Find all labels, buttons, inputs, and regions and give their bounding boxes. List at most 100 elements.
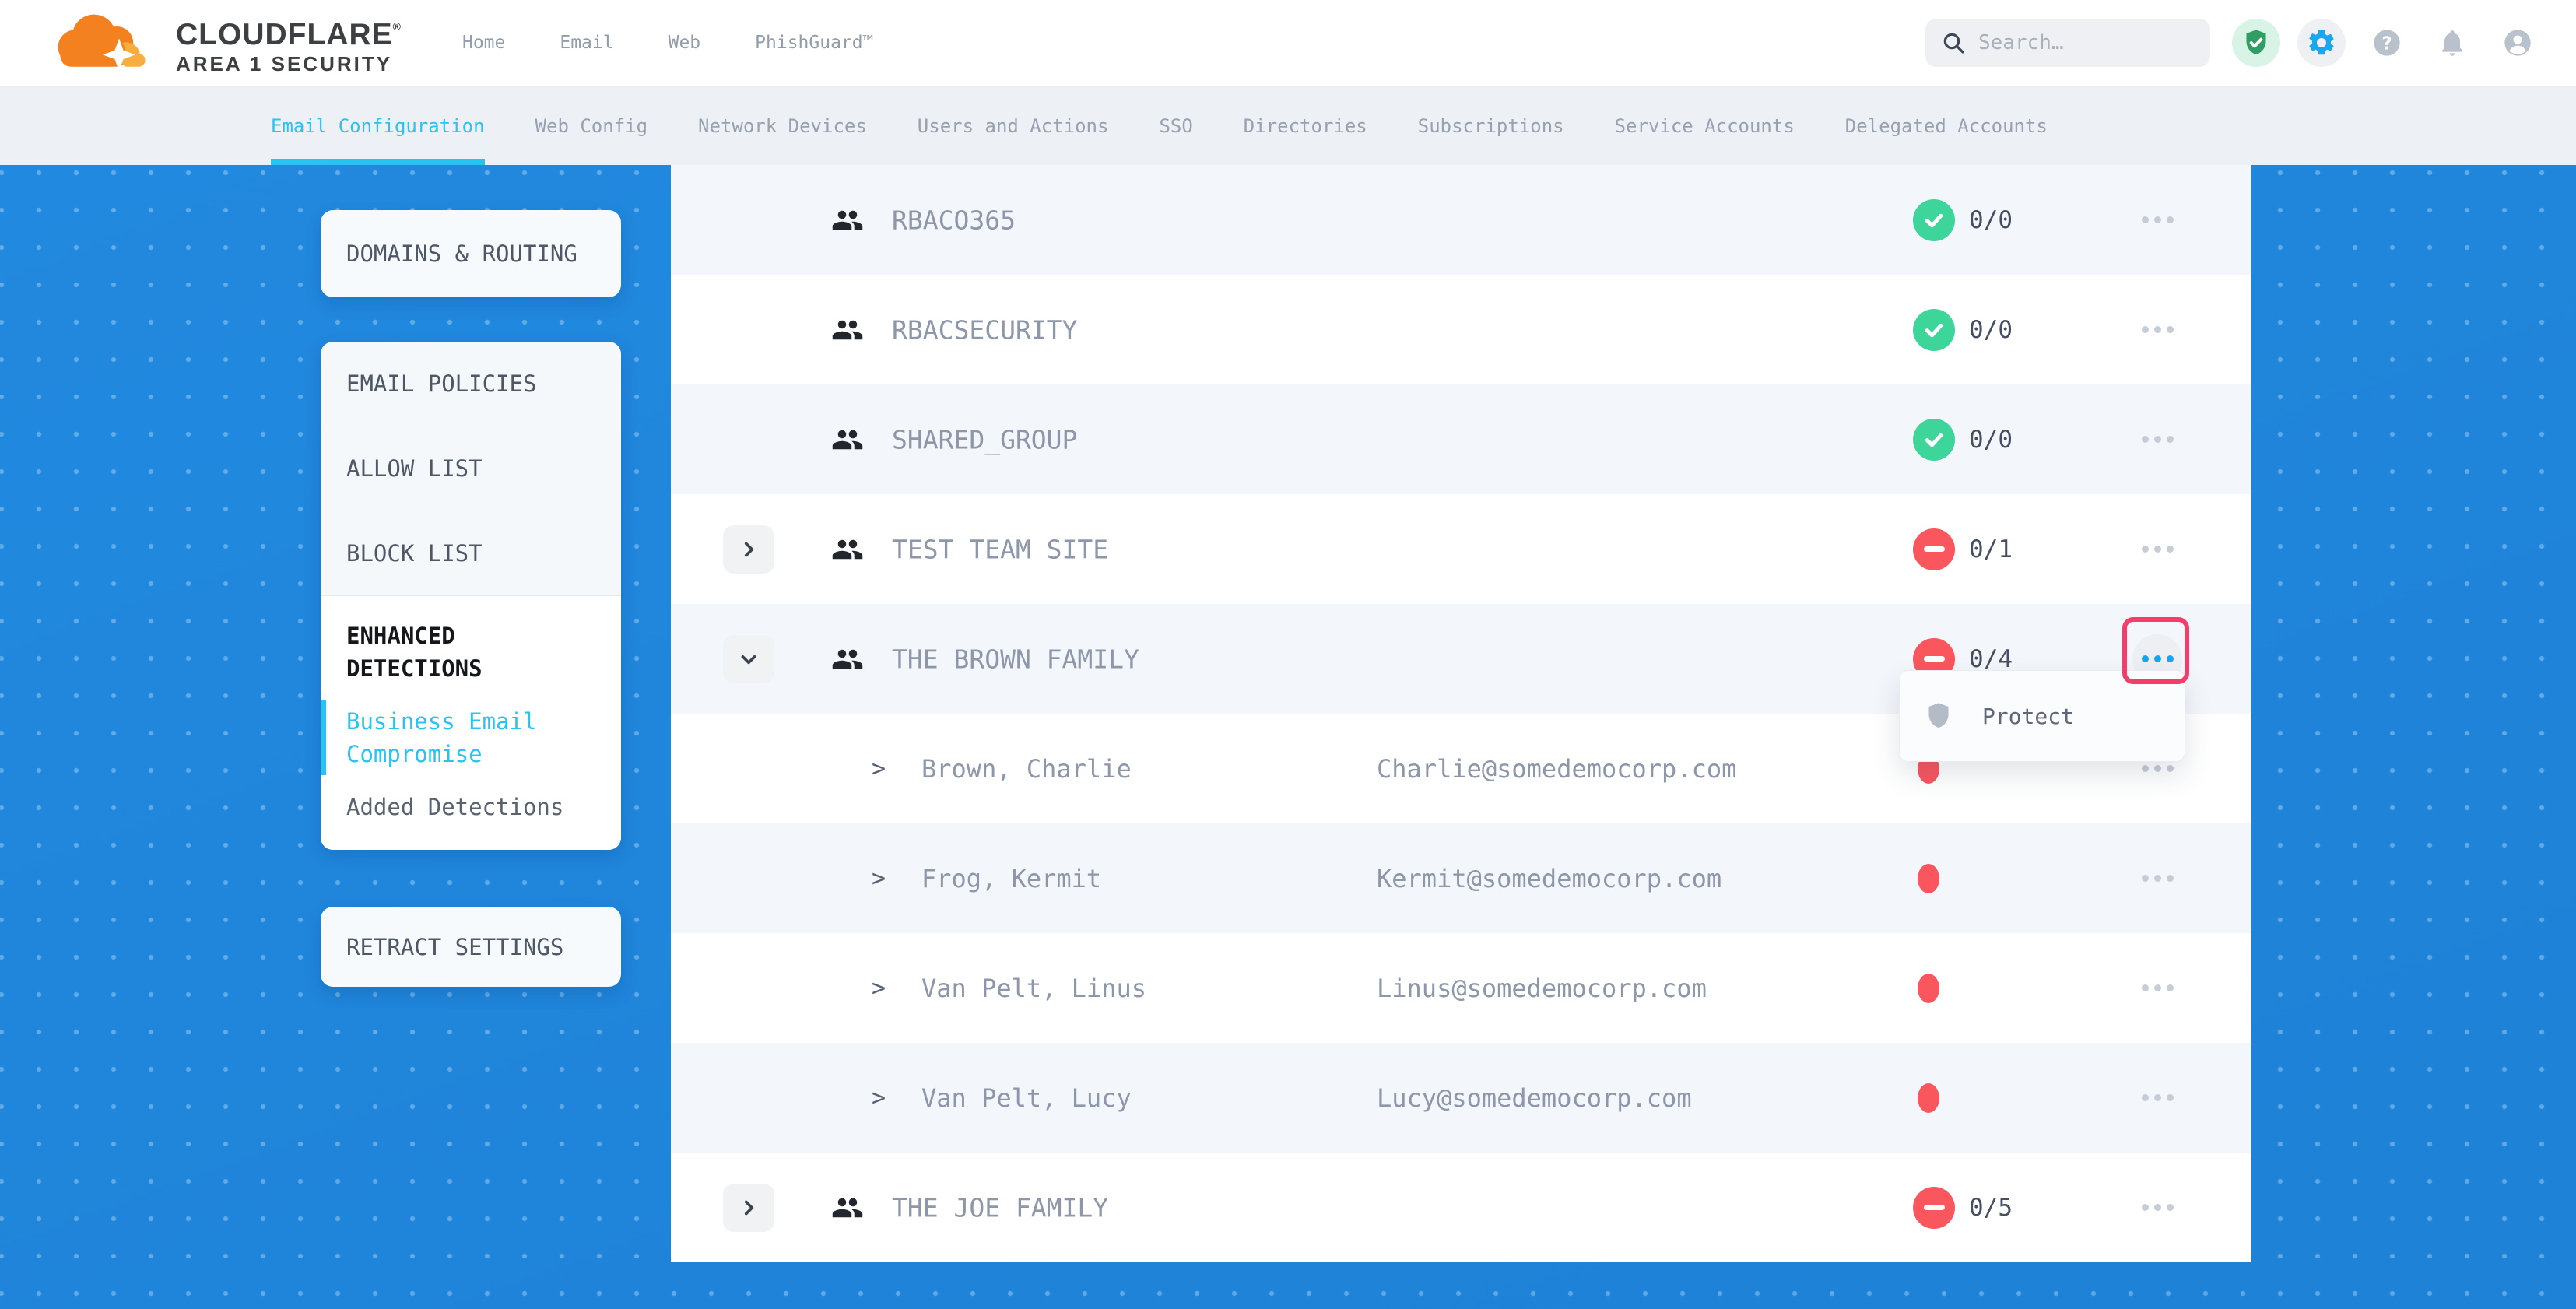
member-email: Linus@somedemocorp.com [1377,974,1707,1003]
enhanced-detections-title: ENHANCED DETECTIONS [346,619,541,685]
row-name: TEST TEAM SITE [892,534,1108,564]
minus-icon [1924,656,1945,662]
row-menu-button[interactable] [2132,854,2182,904]
cloudflare-cloud-icon [40,10,165,75]
member-email: Charlie@somedemocorp.com [1377,754,1736,784]
table-row: > Frog, Kermit Kermit@somedemocorp.com [671,823,2251,933]
status-dot [1918,1083,1939,1113]
tab-email-configuration[interactable]: Email Configuration [271,87,485,165]
protect-label: Protect [1982,704,2074,729]
notifications-icon[interactable] [2428,19,2476,67]
row-name: Van Pelt, Linus [921,974,1146,1003]
group-icon [830,533,865,566]
expand-toggle-button[interactable] [723,635,774,683]
member-expand-arrow[interactable]: > [872,1084,886,1111]
group-icon [830,204,865,237]
row-menu-button[interactable] [2132,195,2182,245]
table-row: SHARED_GROUP 0/0 [671,384,2251,494]
brand-subtitle: AREA 1 SECURITY [176,52,402,75]
table-row: > Van Pelt, Lucy Lucy@somedemocorp.com [671,1043,2251,1153]
nav-email[interactable]: Email [560,33,613,53]
security-status-icon[interactable] [2232,19,2280,67]
row-name: THE BROWN FAMILY [892,644,1139,674]
chevron-icon [739,539,759,560]
nav-phishguard[interactable]: PhishGuard™ [755,33,873,53]
tab-network-devices[interactable]: Network Devices [698,87,867,165]
protected-count: 0/0 [1969,426,2013,454]
group-icon [830,1191,865,1224]
status-dot [1918,864,1939,893]
sidebar-label: RETRACT SETTINGS [346,934,563,960]
row-menu-button[interactable] [2132,963,2182,1013]
tab-subscriptions[interactable]: Subscriptions [1418,87,1564,165]
check-icon [1922,428,1946,451]
sidebar-enhanced-detections-section: ENHANCED DETECTIONS Business Email Compr… [321,596,621,850]
sidebar-email-policies-card: EMAIL POLICIES ALLOW LIST BLOCK LIST ENH… [321,342,621,850]
member-expand-arrow[interactable]: > [872,755,886,782]
row-menu-button[interactable] [2132,305,2182,355]
sidebar-item-added-detections[interactable]: Added Detections [346,791,580,823]
check-icon [1922,318,1946,342]
top-header: CLOUDFLARE® AREA 1 SECURITY Home Email W… [0,0,2576,87]
status-badge [1913,1187,1955,1229]
page-background: DOMAINS & ROUTING EMAIL POLICIES ALLOW L… [0,165,2576,1309]
expand-toggle-button[interactable] [723,1184,774,1232]
chevron-icon [739,1198,759,1218]
status-badge [1913,309,1955,351]
protected-count: 0/4 [1969,645,2013,673]
group-icon [830,423,865,456]
minus-icon [1924,546,1945,552]
primary-nav: Home Email Web PhishGuard™ [462,33,874,53]
tab-users-and-actions[interactable]: Users and Actions [918,87,1109,165]
account-icon[interactable] [2494,19,2542,67]
sidebar-label: DOMAINS & ROUTING [346,240,577,267]
row-name: RBACO365 [892,205,1016,235]
check-icon [1922,209,1946,232]
row-menu-button[interactable] [2132,1073,2182,1123]
table-row: RBACO365 0/0 [671,165,2251,275]
member-email: Kermit@somedemocorp.com [1377,864,1721,893]
sidebar-item-allow-list[interactable]: ALLOW LIST [321,426,621,511]
search-icon [1941,30,1966,55]
row-menu-button[interactable] [2132,1183,2182,1233]
row-name: Frog, Kermit [921,864,1101,893]
group-icon [830,643,865,676]
group-icon [830,314,865,346]
shield-icon [1923,699,1954,733]
status-badge [1913,528,1955,570]
protected-count: 0/1 [1969,535,2013,563]
cloudflare-logo: CLOUDFLARE® AREA 1 SECURITY [40,10,402,75]
member-expand-arrow[interactable]: > [872,974,886,1002]
secondary-nav: Email Configuration Web Config Network D… [0,87,2576,165]
status-badge [1913,419,1955,461]
tab-sso[interactable]: SSO [1159,87,1192,165]
help-icon[interactable]: ? [2363,19,2411,67]
protect-menu-item[interactable]: Protect [1900,671,2185,761]
table-row: TEST TEAM SITE 0/1 [671,494,2251,604]
tab-web-config[interactable]: Web Config [535,87,648,165]
sidebar-item-business-email-compromise[interactable]: Business Email Compromise [346,705,580,770]
sidebar-item-retract-settings[interactable]: RETRACT SETTINGS [321,907,621,987]
protected-count: 0/0 [1969,206,2013,234]
search-box[interactable] [1925,19,2210,67]
tab-service-accounts[interactable]: Service Accounts [1615,87,1795,165]
tab-directories[interactable]: Directories [1244,87,1367,165]
app-root: CLOUDFLARE® AREA 1 SECURITY Home Email W… [0,0,2576,1309]
sidebar-item-domains-routing[interactable]: DOMAINS & ROUTING [321,210,621,297]
table-row: THE JOE FAMILY 0/5 [671,1153,2251,1262]
expand-toggle-button[interactable] [723,525,774,574]
row-name: Brown, Charlie [921,754,1132,784]
row-name: Van Pelt, Lucy [921,1083,1132,1113]
settings-icon[interactable] [2297,19,2346,67]
nav-home[interactable]: Home [462,33,505,53]
tab-delegated-accounts[interactable]: Delegated Accounts [1845,87,2048,165]
row-menu-button[interactable] [2132,525,2182,574]
svg-text:?: ? [2381,32,2392,54]
row-menu-button[interactable] [2132,415,2182,465]
nav-web[interactable]: Web [669,33,701,53]
sidebar-item-block-list[interactable]: BLOCK LIST [321,511,621,596]
member-expand-arrow[interactable]: > [872,865,886,892]
search-input[interactable] [1978,31,2195,54]
sidebar-item-email-policies[interactable]: EMAIL POLICIES [321,342,621,426]
chevron-icon [739,649,759,669]
